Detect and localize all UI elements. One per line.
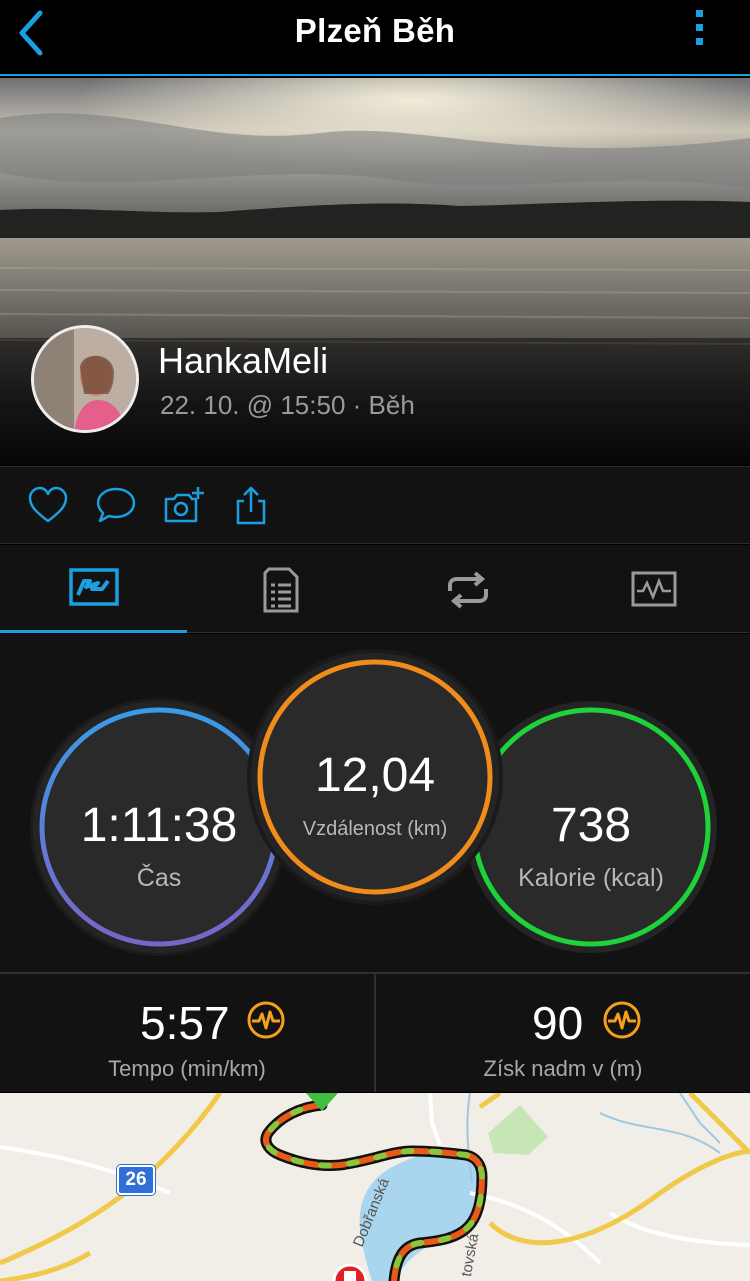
heartbeat-badge-icon [246,1000,286,1040]
route-map[interactable]: 26 Dobřanská tovská [0,1093,750,1281]
activity-tabs [0,545,750,633]
comment-icon [96,487,136,523]
tab-summary[interactable] [0,545,187,633]
tab-details[interactable] [187,545,374,633]
tab-charts[interactable] [561,545,748,633]
tab-laps[interactable] [374,545,561,633]
distance-label: Vzdálenost (km) [302,818,448,840]
activity-meta: 22. 10. @ 15:50 · Běh [160,390,415,420]
distance-stat[interactable]: 12,04 Vzdálenost (km) [246,648,504,906]
charts-icon [631,571,677,607]
distance-value: 12,04 [314,749,436,802]
pace-metric[interactable]: 5:57 Tempo (min/km) [0,974,374,1092]
share-button[interactable] [230,485,274,527]
elevation-label: Získ nadm v (m) [483,1056,643,1081]
share-icon [236,486,266,525]
more-menu-button[interactable] [692,10,706,54]
stats-panel: 1:11:38 Čas 738 Kalorie (kcal) 12,04 Vzd… [0,634,750,972]
metrics-row: 5:57 Tempo (min/km) 90 Získ nadm v (m) [0,972,750,1092]
avatar[interactable] [31,325,139,433]
heart-icon [28,486,68,523]
comment-button[interactable] [94,485,138,527]
like-button[interactable] [26,485,70,527]
add-photo-icon [164,487,204,523]
summary-map-icon [69,568,119,606]
elevation-value: 90 [532,997,584,1049]
more-vertical-icon [692,10,706,45]
add-photo-button[interactable] [162,485,206,527]
activity-photo[interactable]: HankaMeli 22. 10. @ 15:50 · Běh [0,78,750,464]
road-number-badge: 26 [117,1165,155,1195]
pace-value: 5:57 [140,997,230,1049]
action-bar [0,466,750,544]
laps-icon [448,571,488,609]
heartbeat-badge-icon [602,1000,642,1040]
user-name[interactable]: HankaMeli [158,340,328,382]
details-list-icon [263,567,299,613]
pace-label: Tempo (min/km) [108,1056,266,1081]
top-nav-bar: Plzeň Běh [0,0,750,76]
elevation-metric[interactable]: 90 Získ nadm v (m) [376,974,750,1092]
active-tab-indicator [0,630,187,633]
page-title: Plzeň Běh [294,12,456,49]
